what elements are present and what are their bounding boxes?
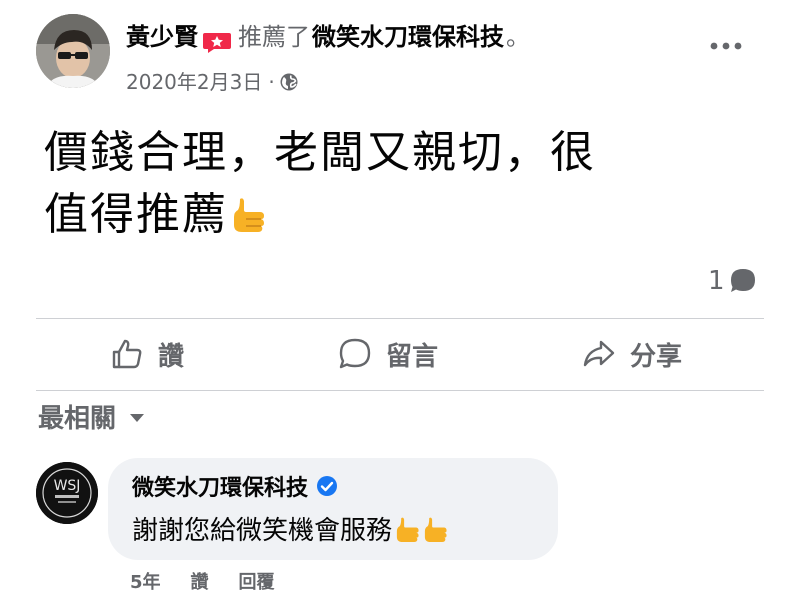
post-text: 價錢合理，老闆又親切，很 值得推薦 (44, 122, 764, 246)
comment-button[interactable]: 留言 (338, 330, 438, 378)
comment-text-row: 謝謝您給微笑機會服務 (132, 510, 448, 547)
post-meta: 2020年2月3日 · (126, 66, 299, 98)
comment-sort-dropdown[interactable]: 最相關 (38, 398, 148, 435)
globe-icon (280, 73, 298, 91)
post-card: 黃少賢 推薦了 微笑水刀環保科技 。 2020年2月3日 · 價錢合理，老闆又親… (0, 0, 800, 600)
chevron-down-icon (130, 413, 145, 422)
share-icon (583, 340, 615, 367)
comment-like-button[interactable]: 讚 (191, 568, 209, 594)
share-button[interactable]: 分享 (582, 330, 682, 378)
commenter-avatar[interactable]: WSJ (36, 462, 98, 524)
thumbs-up-emoji-icon (424, 517, 447, 542)
comment-count[interactable]: 1 (708, 266, 757, 296)
post-text-line-2-text: 值得推薦 (44, 189, 228, 240)
post-header: 黃少賢 推薦了 微笑水刀環保科技 。 (126, 18, 530, 56)
commenter-name[interactable]: 微笑水刀環保科技 (132, 470, 308, 502)
divider-bottom (36, 390, 764, 391)
comment-text: 謝謝您給微笑機會服務 (132, 516, 393, 546)
post-text-line-1: 價錢合理，老闆又親切，很 (44, 127, 596, 178)
like-button[interactable]: 讚 (110, 330, 184, 378)
like-icon (112, 339, 142, 369)
commenter-avatar-logo: WSJ (54, 478, 81, 494)
commenter-name-row: 微笑水刀環保科技 (132, 470, 338, 502)
comment-count-value: 1 (708, 266, 725, 296)
meta-separator: · (268, 70, 275, 94)
divider-top (36, 318, 764, 319)
comment-bubble: 微笑水刀環保科技 謝謝您給微笑機會服務 (108, 458, 558, 560)
more-icon[interactable] (706, 36, 746, 56)
author-name[interactable]: 黃少賢 (126, 18, 198, 56)
thumbs-up-emoji-icon (234, 198, 264, 232)
recommended-page-name[interactable]: 微笑水刀環保科技 (312, 18, 504, 56)
comment-label: 留言 (386, 341, 439, 372)
header-period: 。 (506, 23, 530, 51)
post-text-line-2: 值得推薦 (44, 184, 764, 246)
comment-footer: 5年 讚 回覆 (130, 568, 275, 594)
recommend-verb: 推薦了 (238, 23, 310, 51)
verified-icon (317, 476, 338, 496)
share-label: 分享 (630, 341, 683, 372)
recommend-badge-icon (202, 27, 232, 53)
like-label: 讚 (158, 341, 185, 372)
post-date[interactable]: 2020年2月3日 (126, 66, 262, 98)
thumbs-up-emoji-icon (396, 517, 419, 542)
comment-age[interactable]: 5年 (130, 568, 161, 594)
author-avatar[interactable] (36, 14, 110, 88)
comment-bubble-icon (730, 269, 755, 292)
sort-label: 最相關 (38, 404, 117, 434)
comment-reply-button[interactable]: 回覆 (239, 568, 275, 594)
comment-icon (339, 338, 371, 369)
